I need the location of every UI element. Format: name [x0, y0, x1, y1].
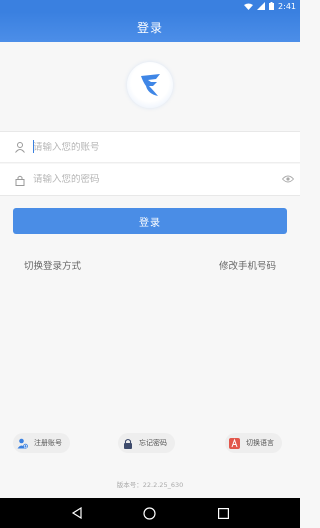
navigation-bar — [0, 498, 300, 528]
status-bar: 2:41 — [0, 0, 300, 12]
user-icon — [13, 140, 27, 154]
battery-icon — [269, 2, 275, 10]
password-input[interactable] — [33, 174, 263, 185]
account-field[interactable] — [0, 131, 300, 163]
forgot-password-label: 忘记密码 — [139, 439, 167, 447]
language-icon — [229, 437, 240, 449]
lock-icon — [13, 173, 27, 187]
switch-login-method-link[interactable]: 切换登录方式 — [24, 258, 81, 272]
home-icon[interactable] — [142, 505, 158, 521]
login-button[interactable]: 登录 — [13, 208, 287, 234]
recents-icon[interactable] — [215, 505, 231, 521]
forgot-password-button[interactable]: 忘记密码 — [118, 433, 175, 453]
switch-language-label: 切换语言 — [246, 439, 274, 447]
wifi-icon — [244, 3, 254, 10]
app-logo — [127, 62, 173, 108]
password-field[interactable] — [0, 164, 300, 196]
app-logo-icon — [141, 74, 160, 96]
register-account-button[interactable]: 注册账号 — [13, 433, 70, 453]
change-phone-link[interactable]: 修改手机号码 — [219, 258, 276, 272]
header: 登录 — [0, 12, 300, 42]
register-user-icon — [17, 438, 28, 449]
status-time: 2:41 — [278, 1, 296, 11]
eye-icon[interactable] — [282, 173, 294, 185]
back-icon[interactable] — [69, 505, 85, 521]
register-account-label: 注册账号 — [34, 439, 62, 447]
signal-icon — [257, 2, 266, 10]
text-cursor — [33, 140, 34, 153]
account-input[interactable] — [33, 141, 263, 153]
switch-language-button[interactable]: 切换语言 — [225, 433, 282, 453]
lock-icon — [122, 438, 133, 449]
version-label: 版本号：22.2.25_630 — [116, 481, 184, 489]
page-title: 登录 — [136, 20, 163, 35]
